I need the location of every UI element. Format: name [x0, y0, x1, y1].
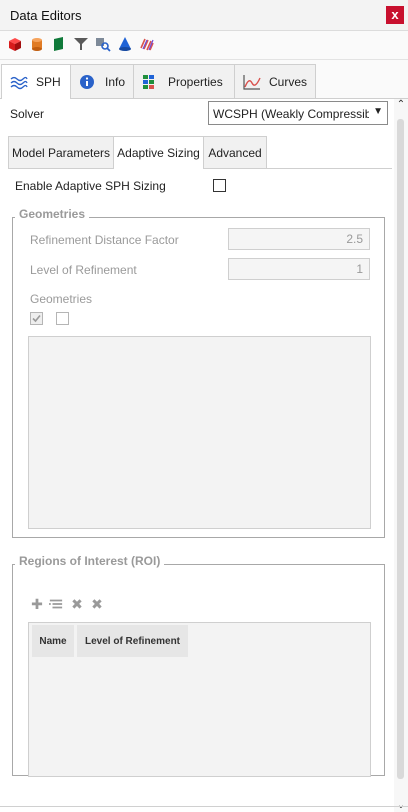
info-icon	[80, 74, 94, 89]
geometries-select-all-checkbox[interactable]	[30, 312, 43, 325]
tab-curves-label: Curves	[269, 74, 308, 89]
refinement-distance-factor-input[interactable]: 2.5	[228, 228, 370, 250]
vertical-scrollbar[interactable]: ⌃ ⌄	[394, 99, 408, 812]
delete-all-icon[interactable]: ✖	[90, 597, 104, 611]
tab-advanced[interactable]: Advanced	[203, 136, 267, 168]
enable-adaptive-checkbox[interactable]	[213, 179, 226, 192]
stripes-icon[interactable]	[139, 36, 155, 52]
cylinder-icon[interactable]	[29, 36, 45, 52]
filter-icon[interactable]	[73, 36, 89, 52]
curves-icon	[243, 74, 261, 90]
waves-icon	[10, 76, 28, 90]
level-of-refinement-input[interactable]: 1	[228, 258, 370, 280]
bottom-divider	[0, 806, 408, 807]
check-icon	[32, 314, 41, 323]
roi-column-name[interactable]: Name	[32, 625, 74, 657]
cube-icon[interactable]	[7, 36, 23, 52]
solver-label: Solver	[10, 107, 45, 121]
solver-value: WCSPH (Weakly Compressible SP	[213, 107, 369, 121]
tab-info[interactable]: Info	[70, 64, 134, 98]
roi-column-level-of-refinement[interactable]: Level of Refinement	[77, 625, 188, 657]
tab-sph[interactable]: SPH	[1, 64, 71, 99]
enable-adaptive-label: Enable Adaptive SPH Sizing	[15, 179, 166, 193]
properties-icon	[143, 74, 154, 89]
close-button[interactable]: x	[386, 6, 404, 24]
geometries-list[interactable]	[28, 336, 371, 529]
roi-group-title: Regions of Interest (ROI)	[15, 554, 165, 568]
refinement-distance-factor-label: Refinement Distance Factor	[30, 233, 179, 247]
tab-sph-label: SPH	[36, 75, 61, 89]
tab-model-parameters[interactable]: Model Parameters	[8, 136, 114, 168]
level-of-refinement-label: Level of Refinement	[30, 263, 137, 277]
cone-icon[interactable]	[117, 36, 133, 52]
tab-curves[interactable]: Curves	[234, 64, 316, 98]
tab-info-label: Info	[105, 74, 126, 89]
scroll-up-icon[interactable]: ⌃	[394, 99, 408, 111]
add-icon[interactable]: ✚	[30, 597, 44, 611]
flag-icon[interactable]	[51, 36, 67, 52]
title-bar: Data Editors x	[0, 0, 408, 31]
geometries-filter-checkbox[interactable]	[56, 312, 69, 325]
tab-adaptive-sizing[interactable]: Adaptive Sizing	[113, 136, 204, 169]
solver-select[interactable]: WCSPH (Weakly Compressible SP ▼	[208, 101, 388, 125]
main-tabs: SPH Info Properties Curves	[0, 60, 408, 99]
geometries-label: Geometries	[30, 292, 93, 306]
geometries-group-title: Geometries	[15, 207, 90, 221]
list-edit-icon[interactable]	[49, 597, 63, 611]
toolbar	[0, 31, 408, 60]
tab-properties[interactable]: Properties	[133, 64, 235, 98]
window-title: Data Editors	[10, 8, 82, 23]
sph-subtabs: Model Parameters Adaptive Sizing Advance…	[8, 136, 392, 169]
delete-icon[interactable]: ✖	[70, 597, 84, 611]
chevron-down-icon: ▼	[373, 106, 383, 117]
scrollbar-thumb[interactable]	[397, 119, 404, 779]
search-icon[interactable]	[95, 36, 111, 52]
tab-properties-label: Properties	[168, 74, 223, 89]
